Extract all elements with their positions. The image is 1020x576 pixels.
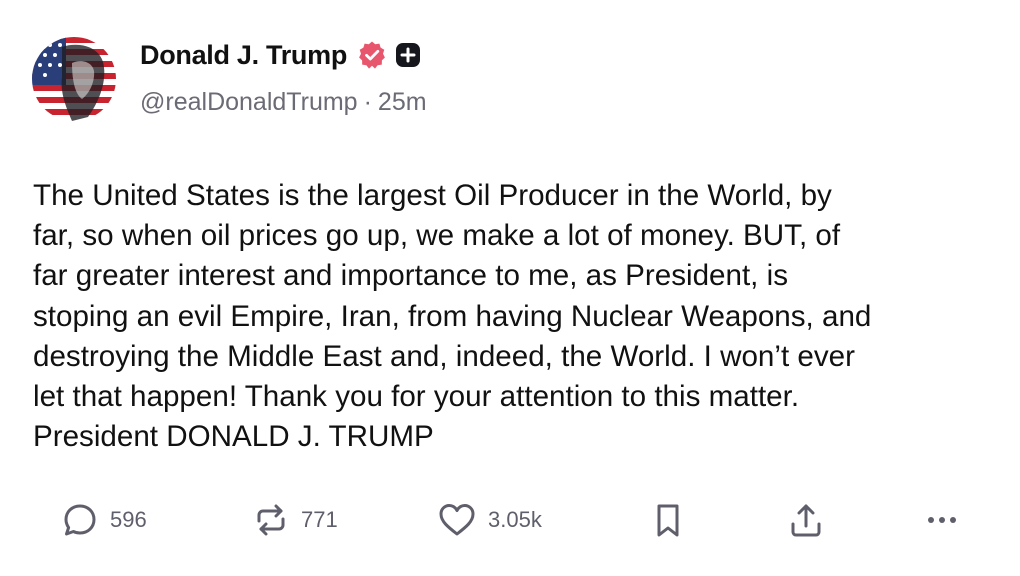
reply-count: 596 <box>110 507 147 532</box>
action-bar: 596 771 3.05k <box>0 497 1020 543</box>
more-icon <box>922 500 962 540</box>
like-count: 3.05k <box>488 507 542 532</box>
like-button[interactable]: 3.05k <box>436 497 542 543</box>
name-row: Donald J. Trump <box>140 36 427 74</box>
author-info: Donald J. Trump @realDonaldTrump · 25m <box>140 36 427 117</box>
share-button[interactable] <box>786 497 826 543</box>
handle-row: @realDonaldTrump · 25m <box>140 88 427 117</box>
display-name[interactable]: Donald J. Trump <box>140 40 347 71</box>
post-timestamp[interactable]: 25m <box>378 88 427 117</box>
post-text: The United States is the largest Oil Pro… <box>33 179 872 454</box>
post-card: Donald J. Trump @realDonaldTrump · 25m T… <box>0 0 1020 576</box>
more-options-button[interactable] <box>922 497 962 543</box>
separator-dot: · <box>363 88 372 116</box>
plus-badge-icon <box>395 42 421 68</box>
user-handle[interactable]: @realDonaldTrump <box>140 88 358 117</box>
reply-button[interactable]: 596 <box>60 497 147 543</box>
share-icon <box>786 500 826 540</box>
bookmark-button[interactable] <box>648 497 688 543</box>
verified-badge-icon <box>357 40 387 70</box>
avatar[interactable] <box>32 37 116 121</box>
repost-button[interactable]: 771 <box>251 497 338 543</box>
bookmark-icon <box>648 500 688 540</box>
repost-count: 771 <box>301 507 338 532</box>
reply-icon <box>60 500 100 540</box>
repost-icon <box>251 500 291 540</box>
avatar-image <box>32 37 116 121</box>
heart-icon <box>436 500 478 540</box>
